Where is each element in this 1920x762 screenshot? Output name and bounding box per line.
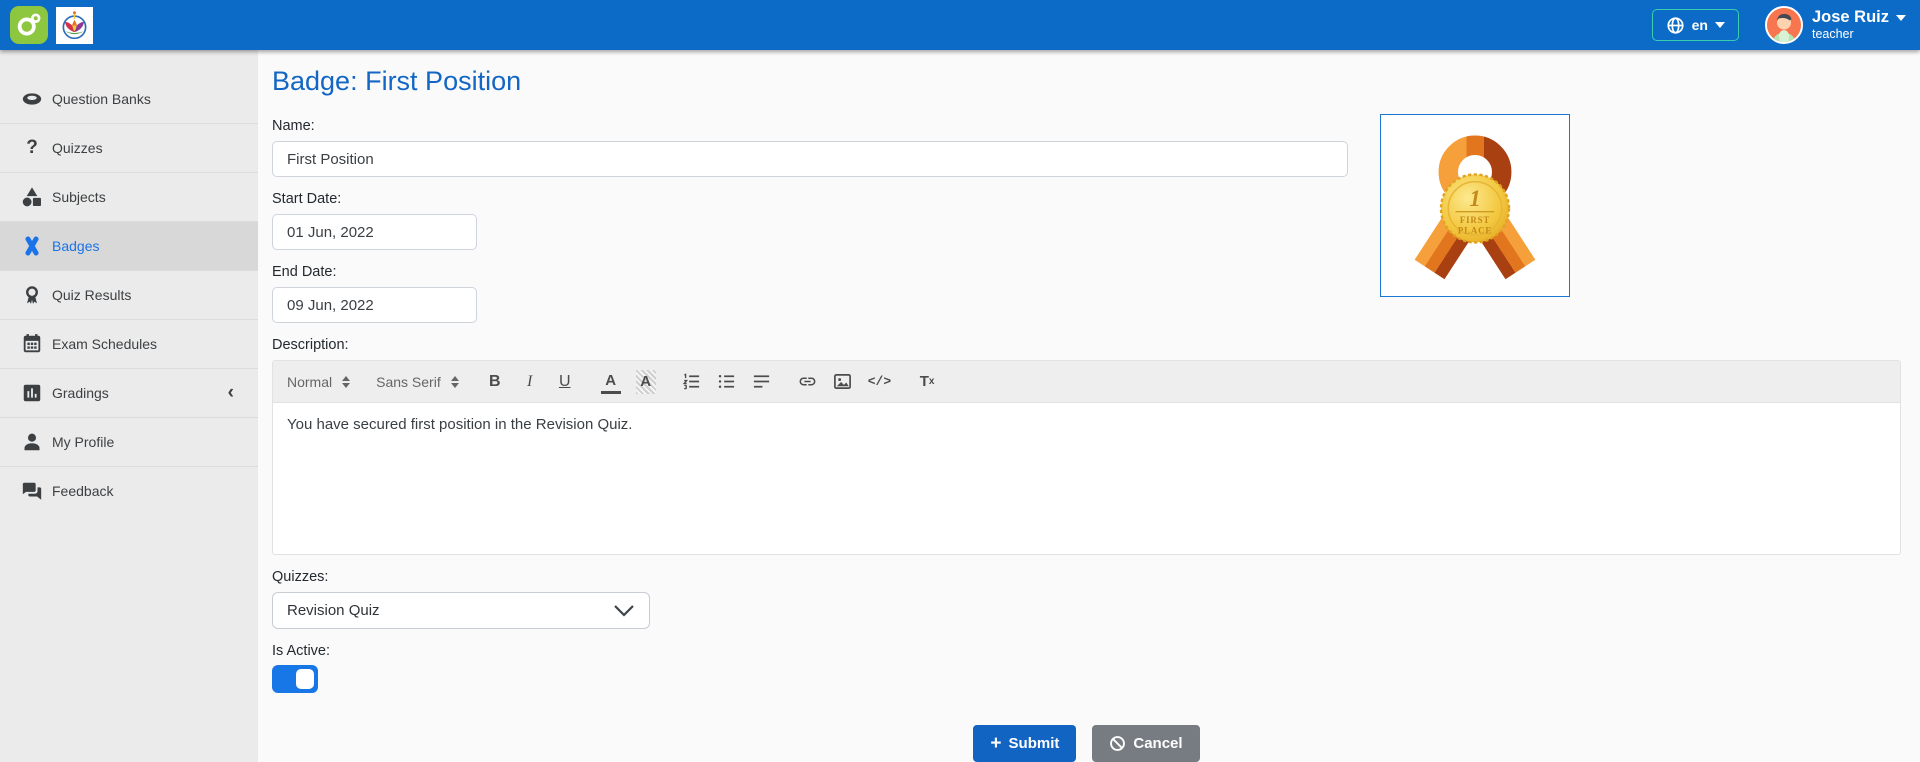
language-label: en [1692,17,1708,33]
sidebar-item-label: Question Banks [52,91,151,107]
start-date-input[interactable] [272,214,477,250]
picker-arrows-icon [451,376,459,388]
start-date-label: Start Date: [272,191,1901,207]
user-name: Jose Ruiz [1812,8,1889,27]
font-picker[interactable]: Sans Serif [376,374,459,390]
magnifier-q-icon [14,10,44,40]
cancel-button[interactable]: Cancel [1092,725,1199,762]
first-place-ribbon-image: 1 FIRST PLACE [1394,125,1556,287]
avatar-illustration [1767,8,1801,42]
underline-button[interactable]: U [555,370,575,394]
quizzes-icon: ? [20,136,44,160]
description-label: Description: [272,337,1901,353]
sidebar-item-label: My Profile [52,434,114,450]
page-title: Badge: First Position [272,66,1901,97]
chevron-left-icon[interactable]: ‹ [228,382,234,404]
medal-place-text: PLACE [1458,225,1492,235]
sidebar-item-badges[interactable]: Badges [0,221,258,270]
avatar[interactable] [1765,6,1803,44]
submit-button-label: Submit [1009,735,1060,752]
subjects-icon [20,185,44,209]
question-banks-icon [20,87,44,111]
lotus-school-logo[interactable] [56,7,93,44]
font-picker-label: Sans Serif [376,374,441,390]
chevron-down-icon [1715,22,1725,28]
name-label: Name: [272,118,1901,134]
medal-number: 1 [1469,186,1480,211]
quiz-results-icon [20,283,44,307]
sidebar: Question Banks ? Quizzes Subjects Badges [0,50,258,762]
sidebar-item-label: Quiz Results [52,287,131,303]
is-active-label: Is Active: [272,643,1901,659]
description-content[interactable]: You have secured first position in the R… [273,403,1900,554]
format-picker[interactable]: Normal [287,374,350,390]
lotus-icon [58,9,91,42]
end-date-input[interactable] [272,287,477,323]
cancel-icon [1109,735,1126,752]
italic-button[interactable]: I [520,370,540,394]
ordered-list-button[interactable] [682,370,702,394]
exam-schedules-icon [20,332,44,356]
sidebar-item-exam-schedules[interactable]: Exam Schedules [0,319,258,368]
main-content: Badge: First Position Name: Start Date: … [258,50,1920,762]
text-color-button[interactable]: A [601,370,621,394]
name-input[interactable] [272,141,1348,177]
sidebar-item-quizzes[interactable]: ? Quizzes [0,123,258,172]
background-color-button[interactable]: A [636,370,656,394]
sidebar-item-quiz-results[interactable]: Quiz Results [0,270,258,319]
medal-first-text: FIRST [1460,215,1490,225]
badges-icon [20,234,44,258]
plus-icon: + [990,734,1001,753]
toggle-knob [296,669,314,689]
end-date-label: End Date: [272,264,1901,280]
language-selector[interactable]: en [1652,9,1739,41]
quiz-app-logo[interactable] [10,6,48,44]
editor-toolbar: Normal Sans Serif B I U A A [273,361,1900,403]
chevron-down-icon [613,604,635,618]
badge-image-preview: 1 FIRST PLACE [1380,114,1570,297]
quizzes-selected-value: Revision Quiz [287,602,380,619]
user-role: teacher [1812,27,1906,41]
submit-button[interactable]: + Submit [973,725,1076,762]
sidebar-item-question-banks[interactable]: Question Banks [0,74,258,123]
bold-button[interactable]: B [485,370,505,394]
my-profile-icon [20,430,44,454]
sidebar-item-label: Gradings [52,385,109,401]
form-actions: + Submit Cancel [272,725,1901,762]
gradings-icon [20,381,44,405]
cancel-button-label: Cancel [1133,735,1182,752]
top-navigation-bar: en Jose Ruiz teacher [0,0,1920,50]
user-menu[interactable]: Jose Ruiz teacher [1812,8,1906,41]
chevron-down-icon [1896,15,1906,21]
is-active-toggle[interactable] [272,665,318,693]
quizzes-label: Quizzes: [272,569,1901,585]
sidebar-item-label: Feedback [52,483,113,499]
quizzes-select[interactable]: Revision Quiz [272,592,650,629]
code-button[interactable]: </> [868,370,891,394]
sidebar-item-gradings[interactable]: Gradings ‹ [0,368,258,417]
align-button[interactable] [752,370,772,394]
sidebar-item-label: Badges [52,238,99,254]
globe-icon [1666,16,1685,35]
image-button[interactable] [833,370,853,394]
bullet-list-button[interactable] [717,370,737,394]
sidebar-item-my-profile[interactable]: My Profile [0,417,258,466]
sidebar-item-label: Exam Schedules [52,336,157,352]
format-picker-label: Normal [287,374,332,390]
clear-formatting-button[interactable]: Tx [917,370,937,394]
sidebar-item-label: Quizzes [52,140,103,156]
link-button[interactable] [798,370,818,394]
sidebar-item-subjects[interactable]: Subjects [0,172,258,221]
description-editor: Normal Sans Serif B I U A A [272,360,1901,555]
sidebar-item-label: Subjects [52,189,106,205]
picker-arrows-icon [342,376,350,388]
feedback-icon [20,479,44,503]
sidebar-item-feedback[interactable]: Feedback [0,466,258,515]
